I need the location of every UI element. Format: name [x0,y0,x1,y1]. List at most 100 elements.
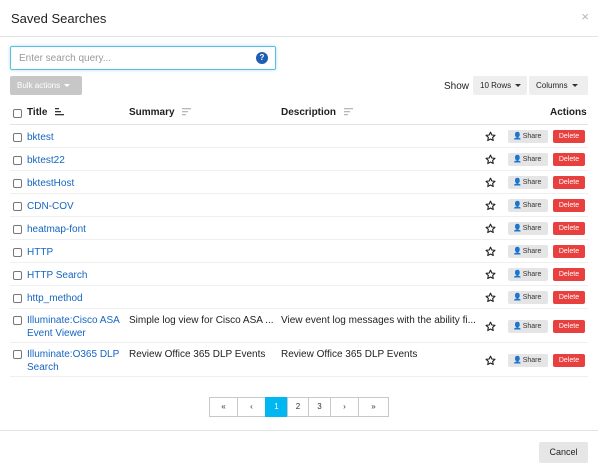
row-checkbox[interactable] [13,271,22,280]
share-button[interactable]: 👤Share [508,245,548,258]
rows-per-page-button[interactable]: 10 Rows [473,76,527,95]
share-button[interactable]: 👤Share [508,153,548,166]
row-checkbox[interactable] [13,133,22,142]
row-title-link[interactable]: HTTP [27,246,53,259]
favorite-star-icon[interactable] [485,246,496,257]
row-title-link[interactable]: CDN-COV [27,200,74,213]
add-user-icon: 👤 [513,179,522,186]
row-title-line: Event Viewer [27,328,86,339]
page-1-button[interactable]: 1 [265,397,288,417]
add-user-icon: 👤 [513,133,522,140]
delete-button[interactable]: Delete [553,130,585,143]
row-title-link[interactable]: bktest22 [27,154,65,167]
row-summary: Review Office 365 DLP Events [129,349,266,360]
delete-button[interactable]: Delete [553,176,585,189]
first-page-button[interactable]: « [209,397,238,417]
add-user-icon: 👤 [513,156,522,163]
share-label: Share [522,294,542,301]
cancel-button[interactable]: Cancel [539,442,588,463]
favorite-star-icon[interactable] [485,200,496,211]
favorite-star-icon[interactable] [485,321,496,332]
saved-searches-modal: Saved Searches × ? Bulk actions Show 10 … [0,0,598,474]
title-column-header[interactable]: Title [27,107,65,118]
favorite-star-icon[interactable] [485,154,496,165]
row-title-line: HTTP Search [27,270,88,281]
row-title-link[interactable]: bktest [27,131,54,144]
prev-page-button[interactable]: ‹ [237,397,266,417]
delete-button[interactable]: Delete [553,319,585,333]
row-title-line: bktest22 [27,155,65,166]
share-button[interactable]: 👤Share [508,319,548,333]
row-title-link[interactable]: HTTP Search [27,269,87,282]
page-3-button[interactable]: 3 [308,397,331,417]
row-title-link[interactable]: http_method [27,292,83,305]
row-title-line: heatmap-font [27,224,86,235]
close-icon[interactable]: × [581,9,589,24]
share-label: Share [522,225,542,232]
search-input[interactable] [11,47,251,69]
select-all-checkbox[interactable] [13,109,22,118]
table-row: Illuminate:O365 DLP Search Review Office 3… [10,343,588,377]
row-title-line: http_method [27,293,83,304]
favorite-star-icon[interactable] [485,292,496,303]
delete-button[interactable]: Delete [553,353,585,367]
row-checkbox[interactable] [13,294,22,303]
delete-button[interactable]: Delete [553,245,585,258]
table-row: CDN-COV 👤Share Delete [10,194,588,217]
delete-button[interactable]: Delete [553,268,585,281]
row-title-link[interactable]: Illuminate:O365 DLP Search [27,348,119,374]
row-checkbox[interactable] [13,316,22,325]
page-2-button[interactable]: 2 [287,397,309,417]
share-label: Share [522,179,542,186]
help-icon[interactable]: ? [256,52,268,64]
share-button[interactable]: 👤Share [508,130,548,143]
row-checkbox[interactable] [13,225,22,234]
row-checkbox[interactable] [13,179,22,188]
bulk-actions-button[interactable]: Bulk actions [10,76,82,95]
row-title-line: HTTP [27,247,54,258]
share-button[interactable]: 👤Share [508,199,548,212]
share-button[interactable]: 👤Share [508,222,548,235]
table-row: bktest22 👤Share Delete [10,148,588,171]
modal-title: Saved Searches [11,11,107,26]
row-checkbox[interactable] [13,202,22,211]
row-checkbox[interactable] [13,350,22,359]
columns-button[interactable]: Columns [529,76,588,95]
share-button[interactable]: 👤Share [508,291,548,304]
add-user-icon: 👤 [513,225,522,232]
share-button[interactable]: 👤Share [508,268,548,281]
row-title-line: Search [27,362,59,373]
delete-button[interactable]: Delete [553,199,585,212]
favorite-star-icon[interactable] [485,177,496,188]
favorite-star-icon[interactable] [485,355,496,366]
row-title-link[interactable]: bktestHost [27,177,74,190]
row-title-link[interactable]: Illuminate:Cisco ASA Event Viewer [27,314,120,340]
columns-label: Columns [536,81,568,90]
actions-column-header: Actions [550,107,587,118]
summary-header-label: Summary [129,107,175,118]
delete-button[interactable]: Delete [553,222,585,235]
favorite-star-icon[interactable] [485,269,496,280]
favorite-star-icon[interactable] [485,223,496,234]
delete-button[interactable]: Delete [553,153,585,166]
table-row: bktest 👤Share Delete [10,125,588,148]
description-column-header[interactable]: Description [281,107,353,118]
row-description: Review Office 365 DLP Events [281,349,418,360]
row-title-link[interactable]: heatmap-font [27,223,86,236]
summary-column-header[interactable]: Summary [129,107,192,118]
search-box: ? [10,46,276,70]
favorite-star-icon[interactable] [485,131,496,142]
row-checkbox[interactable] [13,248,22,257]
share-button[interactable]: 👤Share [508,176,548,189]
delete-button[interactable]: Delete [553,291,585,304]
next-page-button[interactable]: › [330,397,359,417]
rows-per-page-label: 10 Rows [480,81,512,90]
sort-active-icon [55,108,65,116]
last-page-button[interactable]: » [358,397,389,417]
add-user-icon: 👤 [513,271,522,278]
row-checkbox[interactable] [13,156,22,165]
share-button[interactable]: 👤Share [508,353,548,367]
row-title-line: bktest [27,132,54,143]
add-user-icon: 👤 [513,322,522,330]
row-description: View event log messages with the ability… [281,315,476,326]
